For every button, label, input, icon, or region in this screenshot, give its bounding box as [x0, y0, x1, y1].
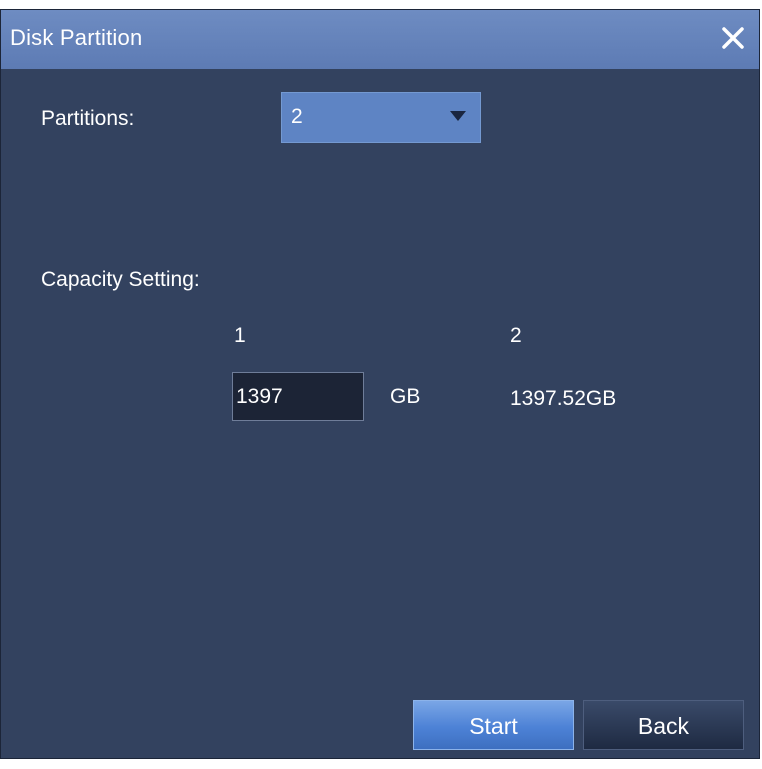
partition-1-unit: GB: [390, 385, 421, 408]
partitions-label: Partitions:: [41, 107, 135, 130]
partition-1-capacity-input[interactable]: 1397: [232, 372, 364, 421]
title-bar: Disk Partition: [1, 10, 759, 69]
partition-2-capacity: 1397.52GB: [510, 387, 617, 410]
partition-1-capacity-value: 1397: [236, 385, 283, 408]
partitions-selected-value: 2: [291, 105, 303, 128]
disk-partition-dialog: Disk Partition Partitions: 2 Capacity Se…: [0, 9, 760, 759]
partition-1-header: 1: [234, 324, 246, 347]
capacity-setting-label: Capacity Setting:: [41, 268, 200, 291]
partitions-dropdown[interactable]: 2: [281, 92, 481, 143]
close-icon: [722, 27, 744, 49]
chevron-down-icon: [450, 111, 466, 121]
partition-2-header: 2: [510, 324, 522, 347]
start-button[interactable]: Start: [413, 700, 574, 750]
close-button[interactable]: [715, 20, 751, 56]
dialog-title: Disk Partition: [10, 25, 143, 50]
back-button[interactable]: Back: [583, 700, 744, 750]
